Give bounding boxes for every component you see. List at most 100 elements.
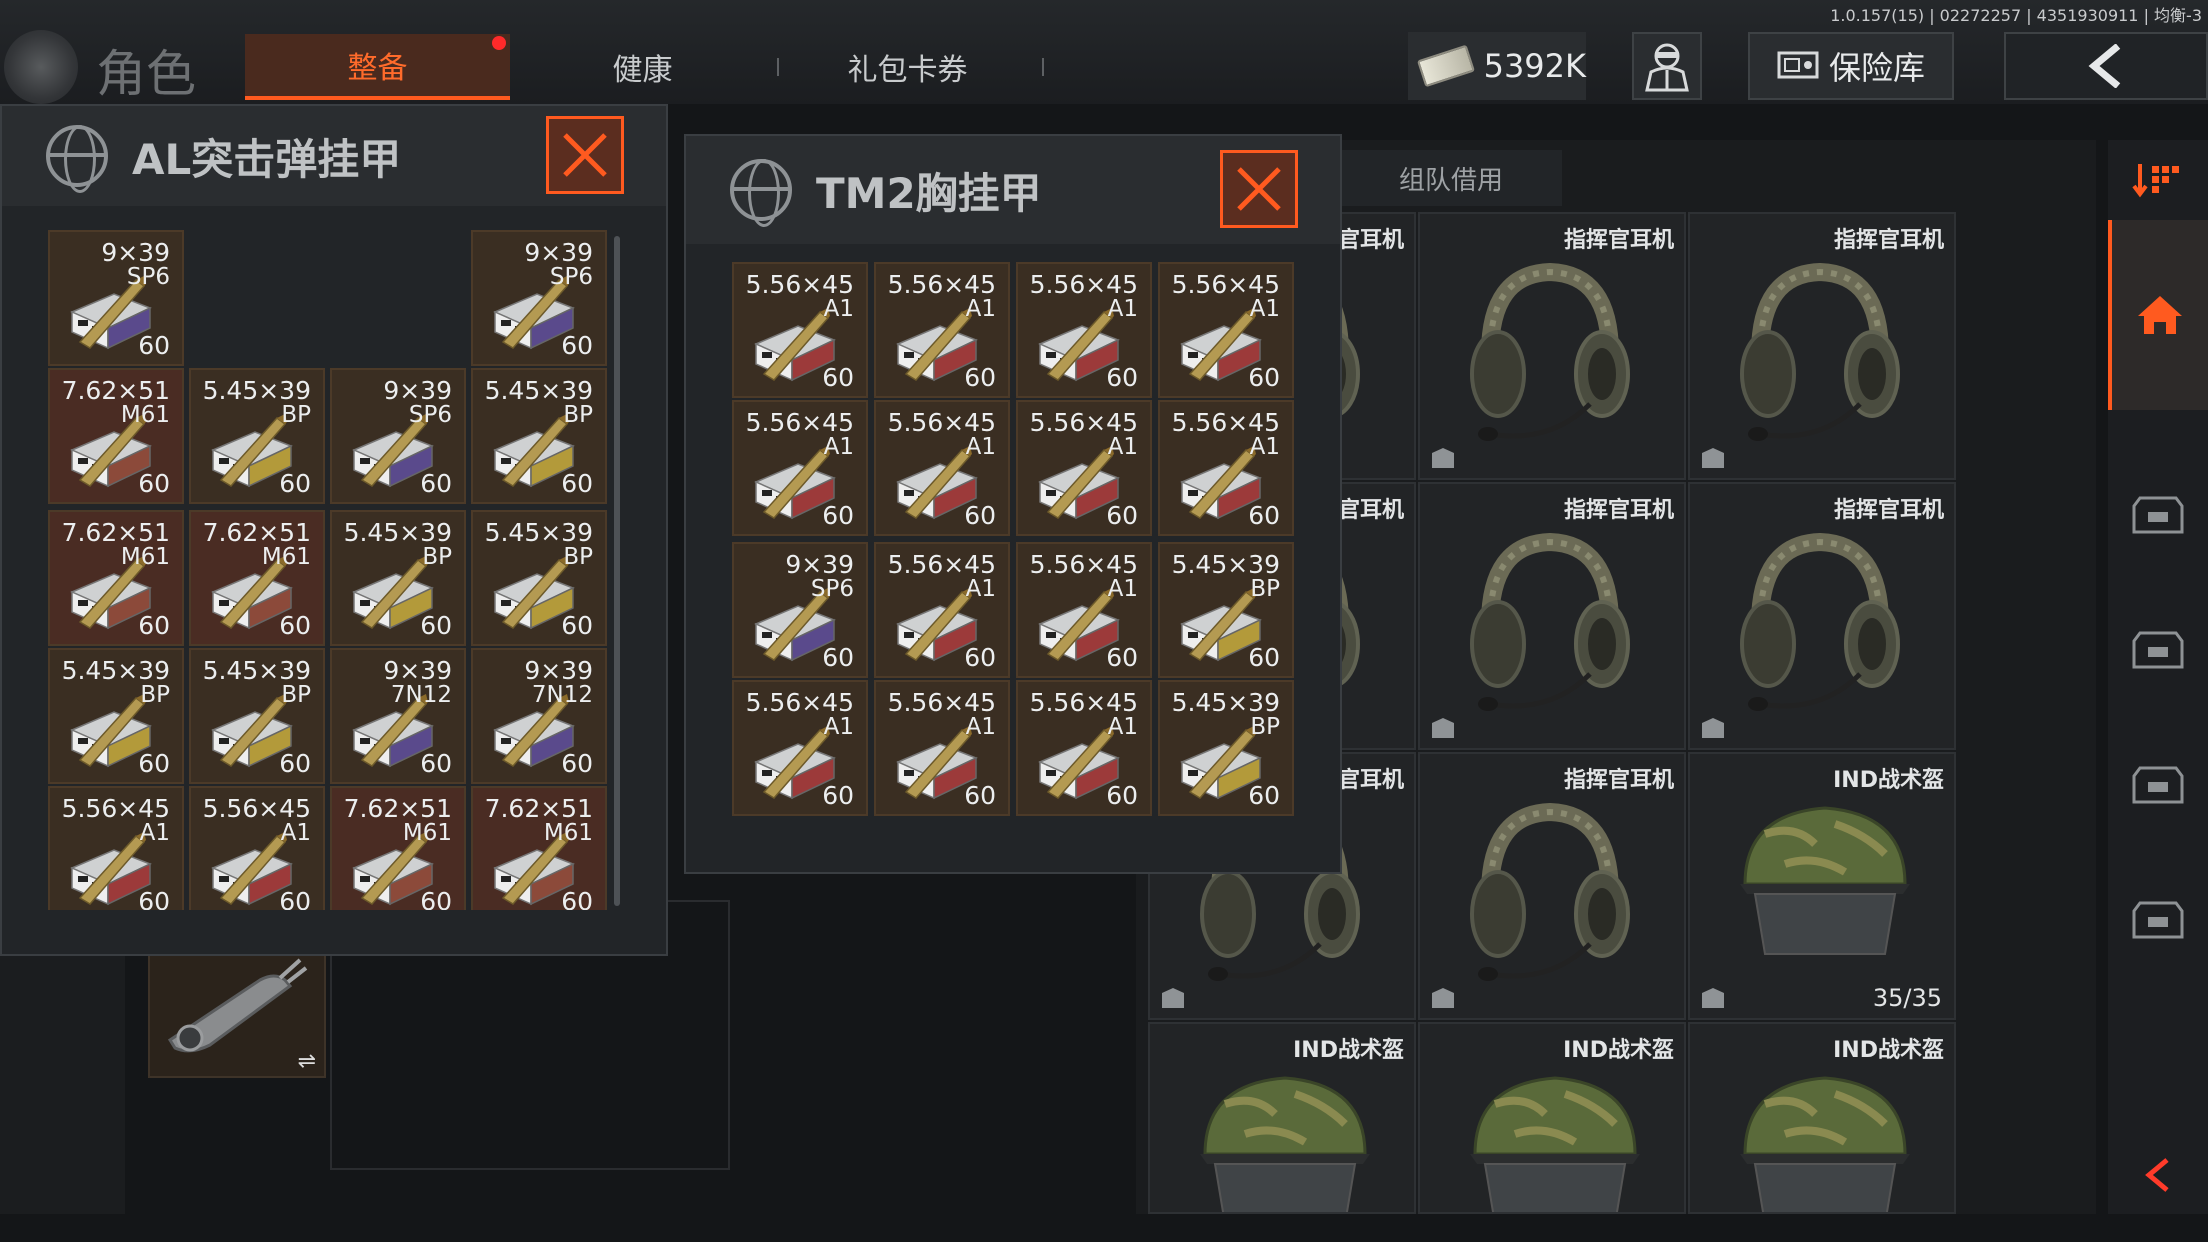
- ammo-count: 60: [822, 781, 854, 810]
- ammo-count: 60: [822, 363, 854, 392]
- ammo-slot[interactable]: 5.56×45 A1 60: [732, 400, 868, 536]
- tab-label: 健康: [612, 53, 673, 88]
- ammo-slot[interactable]: 5.45×39 BP 60: [471, 368, 607, 504]
- ammo-count: 60: [279, 887, 311, 910]
- currency-display[interactable]: 5392K: [1408, 32, 1586, 100]
- ammo-caliber: 7.62×51: [343, 794, 452, 823]
- rig-panel-right: TM2胸挂甲 5.56×45 A1 60 5.56×45 A1 60 5.56×45 A1 60…: [684, 134, 1342, 874]
- equipment-slot[interactable]: IND战术盔: [1688, 1022, 1956, 1214]
- equipment-slot[interactable]: 指挥官耳机: [1418, 752, 1686, 1020]
- team-borrow-tab[interactable]: 组队借用: [1340, 150, 1562, 206]
- container-button-3[interactable]: [2108, 735, 2208, 835]
- rig-panel-left: AL突击弹挂甲 9×39 SP6 60 9×39 SP6 60 7.62×51 M61 60 5.…: [0, 104, 668, 956]
- equipment-slot[interactable]: 指挥官耳机: [1688, 212, 1956, 480]
- container-button-1[interactable]: [2108, 465, 2208, 565]
- equipment-slot[interactable]: IND战术盔: [1148, 1022, 1416, 1214]
- ammo-slot[interactable]: 5.56×45 A1 60: [874, 400, 1010, 536]
- equipment-name: IND战术盔: [1293, 1038, 1404, 1063]
- ammo-slot[interactable]: 7.62×51 M61 60: [48, 368, 184, 504]
- headset-icon: [1470, 262, 1630, 441]
- ammo-caliber: 9×39: [383, 376, 452, 405]
- ammo-count: 60: [138, 331, 170, 360]
- ammo-type: 7N12: [531, 682, 593, 708]
- ammo-slot[interactable]: 5.45×39 BP 60: [1158, 542, 1294, 678]
- headset-icon: [1740, 532, 1900, 711]
- ammo-slot[interactable]: 7.62×51 M61 60: [330, 786, 466, 910]
- ammo-type: A1: [280, 820, 311, 846]
- container-button-4[interactable]: [2108, 870, 2208, 970]
- equipment-slot[interactable]: IND战术盔 35/35: [1688, 752, 1956, 1020]
- ammo-slot[interactable]: 5.56×45 A1 60: [1158, 400, 1294, 536]
- ammo-caliber: 5.56×45: [1029, 270, 1138, 299]
- tab-equip[interactable]: 整备: [245, 34, 510, 100]
- ammo-type: A1: [1107, 714, 1138, 740]
- scrollbar[interactable]: [614, 236, 620, 906]
- vault-label: 保险库: [1828, 49, 1925, 87]
- ammo-slot[interactable]: 5.56×45 A1 60: [874, 542, 1010, 678]
- ammo-slot[interactable]: 9×39 SP6 60: [48, 230, 184, 366]
- ammo-type: 7N12: [390, 682, 452, 708]
- tab-divider: [1042, 58, 1044, 76]
- ammo-slot[interactable]: 5.45×39 BP 60: [330, 510, 466, 646]
- equipment-slot[interactable]: 指挥官耳机: [1688, 482, 1956, 750]
- ammo-slot[interactable]: 7.62×51 M61 60: [48, 510, 184, 646]
- ammo-slot[interactable]: 7.62×51 M61 60: [189, 510, 325, 646]
- ammo-type: BP: [140, 682, 170, 708]
- operator-button[interactable]: [1632, 32, 1702, 100]
- container-button-2[interactable]: [2108, 600, 2208, 700]
- key-icon: [167, 958, 308, 1053]
- ammo-caliber: 7.62×51: [61, 518, 170, 547]
- ammo-slot[interactable]: 5.45×39 BP 60: [1158, 680, 1294, 816]
- key-item-slot[interactable]: ⇌: [148, 948, 326, 1078]
- ammo-slot[interactable]: 5.45×39 BP 60: [189, 368, 325, 504]
- ammo-slot[interactable]: 5.56×45 A1 60: [1158, 262, 1294, 398]
- vault-button[interactable]: 保险库: [1748, 32, 1954, 100]
- version-text: 1.0.157(15) | 02272257 | 4351930911 | 均衡…: [1830, 6, 2202, 25]
- equipment-slot[interactable]: 指挥官耳机: [1418, 482, 1686, 750]
- ammo-slot[interactable]: 5.56×45 A1 60: [189, 786, 325, 910]
- ammo-slot[interactable]: 5.56×45 A1 60: [1016, 542, 1152, 678]
- ammo-caliber: 5.56×45: [745, 688, 854, 717]
- ammo-slot[interactable]: 9×39 7N12 60: [330, 648, 466, 784]
- ammo-slot[interactable]: 5.56×45 A1 60: [874, 680, 1010, 816]
- ammo-count: 60: [279, 611, 311, 640]
- ammo-type: A1: [965, 434, 996, 460]
- ammo-count: 60: [561, 331, 593, 360]
- ammo-slot[interactable]: 5.56×45 A1 60: [1016, 400, 1152, 536]
- equipment-slot[interactable]: IND战术盔: [1418, 1022, 1686, 1214]
- ammo-count: 60: [964, 501, 996, 530]
- ammo-slot[interactable]: 5.56×45 A1 60: [1016, 680, 1152, 816]
- crate-icon: [2132, 766, 2184, 804]
- ammo-count: 60: [420, 749, 452, 778]
- ammo-slot[interactable]: 9×39 SP6 60: [471, 230, 607, 366]
- ammo-slot[interactable]: 5.45×39 BP 60: [48, 648, 184, 784]
- collapse-button[interactable]: [2108, 1130, 2208, 1220]
- close-button[interactable]: [546, 116, 624, 194]
- home-button[interactable]: [2108, 220, 2208, 410]
- ammo-slot[interactable]: 5.56×45 A1 60: [1016, 262, 1152, 398]
- back-button[interactable]: [2004, 32, 2208, 100]
- equipment-slot[interactable]: 指挥官耳机: [1418, 212, 1686, 480]
- ammo-slot[interactable]: 5.45×39 BP 60: [189, 648, 325, 784]
- ammo-slot[interactable]: 5.56×45 A1 60: [732, 680, 868, 816]
- bag-icon: [1162, 988, 1184, 1008]
- ammo-slot[interactable]: 5.56×45 A1 60: [874, 262, 1010, 398]
- ammo-slot[interactable]: 5.56×45 A1 60: [48, 786, 184, 910]
- ammo-caliber: 5.45×39: [61, 656, 170, 685]
- sort-button[interactable]: [2108, 150, 2208, 210]
- rig-slots: 9×39 SP6 60 9×39 SP6 60 7.62×51 M61 60 5.45×39 BP 6…: [48, 230, 612, 910]
- ammo-slot[interactable]: 9×39 SP6 60: [732, 542, 868, 678]
- close-icon: [563, 133, 607, 177]
- close-button[interactable]: [1220, 150, 1298, 228]
- ammo-slot[interactable]: 9×39 7N12 60: [471, 648, 607, 784]
- ammo-slot[interactable]: 5.45×39 BP 60: [471, 510, 607, 646]
- ammo-slot[interactable]: 9×39 SP6 60: [330, 368, 466, 504]
- equipment-name: 指挥官耳机: [1833, 228, 1944, 253]
- tab-health[interactable]: 健康: [510, 34, 775, 100]
- tab-gift-coupons[interactable]: 礼包卡券: [775, 34, 1040, 100]
- ammo-caliber: 7.62×51: [202, 518, 311, 547]
- ammo-slot[interactable]: 5.56×45 A1 60: [732, 262, 868, 398]
- ammo-type: A1: [1249, 296, 1280, 322]
- ammo-count: 60: [138, 749, 170, 778]
- ammo-slot[interactable]: 7.62×51 M61 60: [471, 786, 607, 910]
